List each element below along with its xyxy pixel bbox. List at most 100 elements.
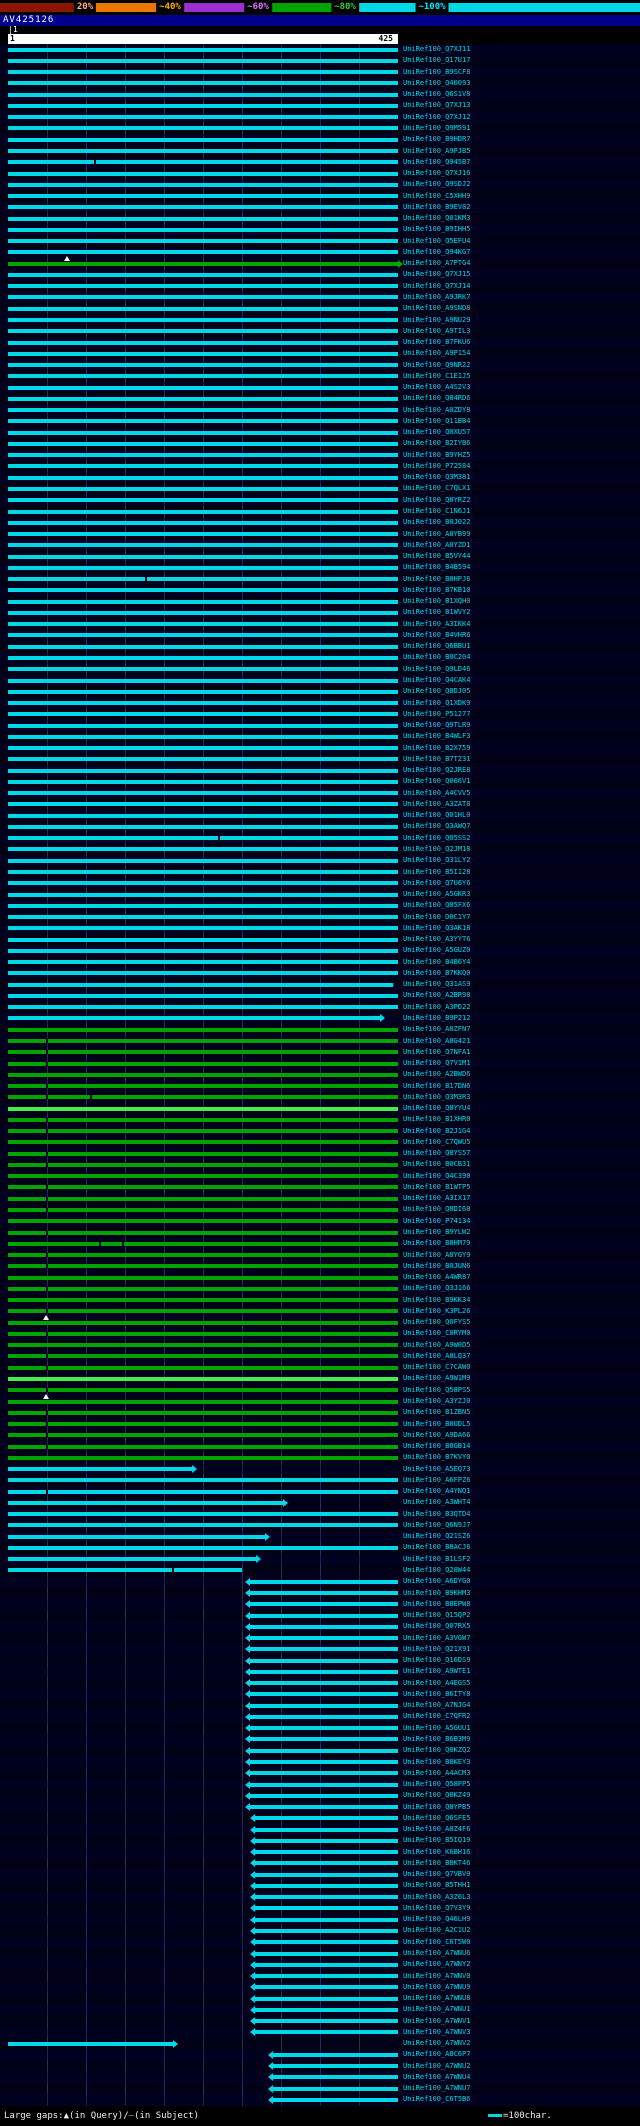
alignment-bar[interactable]: [8, 870, 398, 874]
hit-accession-label[interactable]: UniRef100_Q5EFU4: [398, 238, 470, 245]
hit-accession-label[interactable]: UniRef100_Q6S1V8: [398, 91, 470, 98]
hit-accession-label[interactable]: UniRef100_A4ACM3: [398, 1770, 470, 1777]
alignment-bar[interactable]: [8, 1332, 398, 1336]
hit-accession-label[interactable]: UniRef100_B2J1G4: [398, 1128, 470, 1135]
alignment-bar[interactable]: [255, 1929, 398, 1933]
alignment-bar[interactable]: [8, 1242, 398, 1246]
hit-accession-label[interactable]: UniRef100_Q9M591: [398, 125, 470, 132]
alignment-bar[interactable]: [8, 498, 398, 502]
hit-accession-label[interactable]: UniRef100_Q7V1M1: [398, 1060, 470, 1067]
hit-accession-label[interactable]: UniRef100_A7WNU8: [398, 1995, 470, 2002]
alignment-bar[interactable]: [250, 1771, 398, 1775]
hit-accession-label[interactable]: UniRef100_B6B3M9: [398, 1736, 470, 1743]
hit-accession-label[interactable]: UniRef100_B9IHH5: [398, 226, 470, 233]
alignment-bar[interactable]: [273, 2064, 398, 2068]
alignment-bar[interactable]: [8, 1276, 398, 1280]
hit-accession-label[interactable]: UniRef100_A9W1M9: [398, 1375, 470, 1382]
alignment-bar[interactable]: [255, 1997, 398, 2001]
hit-accession-label[interactable]: UniRef100_A7WNU6: [398, 1950, 470, 1957]
hit-accession-label[interactable]: UniRef100_Q2JM18: [398, 846, 470, 853]
hit-accession-label[interactable]: UniRef100_B7T231: [398, 756, 470, 763]
alignment-bar[interactable]: [8, 1298, 398, 1302]
alignment-bar[interactable]: [250, 1760, 398, 1764]
hit-accession-label[interactable]: UniRef100_Q11BB4: [398, 418, 470, 425]
alignment-bar[interactable]: [8, 1163, 398, 1167]
alignment-bar[interactable]: [8, 701, 398, 705]
hit-accession-label[interactable]: UniRef100_B9KK34: [398, 1297, 470, 1304]
hit-accession-label[interactable]: UniRef100_A3ZAT8: [398, 801, 470, 808]
alignment-bar[interactable]: [255, 2008, 398, 2012]
alignment-bar[interactable]: [8, 318, 398, 322]
hit-accession-label[interactable]: UniRef100_Q8YS57: [398, 1150, 470, 1157]
hit-accession-label[interactable]: UniRef100_C7QLX1: [398, 485, 470, 492]
alignment-bar[interactable]: [8, 329, 398, 333]
hit-accession-label[interactable]: UniRef100_Q17U17: [398, 57, 470, 64]
alignment-bar[interactable]: [8, 126, 398, 130]
hit-accession-label[interactable]: UniRef100_C5XHH9: [398, 193, 470, 200]
alignment-bar[interactable]: [8, 588, 398, 592]
hit-accession-label[interactable]: UniRef100_A5GKR3: [398, 891, 470, 898]
alignment-bar[interactable]: [8, 746, 398, 750]
alignment-bar[interactable]: [8, 397, 398, 401]
hit-accession-label[interactable]: UniRef100_B0C204: [398, 654, 470, 661]
hit-accession-label[interactable]: UniRef100_A2C1U2: [398, 1927, 470, 1934]
hit-accession-label[interactable]: UniRef100_Q8YPB5: [398, 1804, 470, 1811]
hit-accession-label[interactable]: UniRef100_A3VGW7: [398, 1635, 470, 1642]
alignment-bar[interactable]: [8, 1478, 398, 1482]
alignment-bar[interactable]: [250, 1794, 398, 1798]
hit-accession-label[interactable]: UniRef100_Q8KZ49: [398, 1792, 470, 1799]
alignment-bar[interactable]: [8, 363, 398, 367]
alignment-bar[interactable]: [8, 453, 398, 457]
alignment-bar[interactable]: [8, 881, 398, 885]
hit-accession-label[interactable]: UniRef100_Q2JRE8: [398, 767, 470, 774]
alignment-bar[interactable]: [255, 1952, 398, 1956]
hit-accession-label[interactable]: UniRef100_Q07RX5: [398, 1623, 470, 1630]
hit-accession-label[interactable]: UniRef100_A3YZJ0: [398, 1398, 470, 1405]
alignment-bar[interactable]: [250, 1659, 398, 1663]
alignment-bar[interactable]: [8, 442, 398, 446]
alignment-bar[interactable]: [8, 1467, 192, 1471]
hit-accession-label[interactable]: UniRef100_C6T5W0: [398, 1939, 470, 1946]
hit-accession-label[interactable]: UniRef100_Q8DJ05: [398, 688, 470, 695]
alignment-bar[interactable]: [8, 149, 398, 153]
hit-accession-label[interactable]: UniRef100_P51277: [398, 711, 470, 718]
hit-accession-label[interactable]: UniRef100_A5GUZ0: [398, 947, 470, 954]
hit-accession-label[interactable]: UniRef100_B1XHR0: [398, 1116, 470, 1123]
alignment-bar[interactable]: [8, 633, 398, 637]
alignment-bar[interactable]: [8, 273, 398, 277]
hit-accession-label[interactable]: UniRef100_B7KVY0: [398, 1454, 470, 1461]
hit-accession-label[interactable]: UniRef100_A3IX17: [398, 1195, 470, 1202]
hit-accession-label[interactable]: UniRef100_B0UDL5: [398, 1421, 470, 1428]
hit-accession-label[interactable]: UniRef100_Q6N9J7: [398, 1522, 470, 1529]
hit-accession-label[interactable]: UniRef100_B17DN6: [398, 1083, 470, 1090]
alignment-bar[interactable]: [8, 48, 398, 52]
alignment-bar[interactable]: [8, 971, 398, 975]
hit-accession-label[interactable]: UniRef100_A8YB99: [398, 531, 470, 538]
alignment-bar[interactable]: [255, 1816, 398, 1820]
alignment-bar[interactable]: [8, 667, 398, 671]
alignment-bar[interactable]: [8, 1050, 398, 1054]
hit-accession-label[interactable]: UniRef100_K3PL26: [398, 1308, 470, 1315]
alignment-bar[interactable]: [8, 994, 398, 998]
alignment-bar[interactable]: [8, 1039, 398, 1043]
hit-accession-label[interactable]: UniRef100_A9NU29: [398, 317, 470, 324]
alignment-bar[interactable]: [8, 679, 398, 683]
hit-accession-label[interactable]: UniRef100_Q05SS2: [398, 835, 470, 842]
alignment-bar[interactable]: [8, 1568, 242, 1572]
hit-accession-label[interactable]: UniRef100_Q1XDK9: [398, 700, 470, 707]
hit-accession-label[interactable]: UniRef100_Q8YYU4: [398, 1105, 470, 1112]
alignment-bar[interactable]: [8, 341, 398, 345]
hit-accession-label[interactable]: UniRef100_A3YYT6: [398, 936, 470, 943]
hit-accession-label[interactable]: UniRef100_B1XQH0: [398, 598, 470, 605]
hit-accession-label[interactable]: UniRef100_Q16DS9: [398, 1657, 470, 1664]
hit-accession-label[interactable]: UniRef100_A9P154: [398, 350, 470, 357]
alignment-bar[interactable]: [8, 712, 398, 716]
hit-accession-label[interactable]: UniRef100_A4S2V3: [398, 384, 470, 391]
hit-accession-label[interactable]: UniRef100_Q40093: [398, 80, 470, 87]
hit-accession-label[interactable]: UniRef100_B9SCF8: [398, 69, 470, 76]
alignment-bar[interactable]: [8, 543, 398, 547]
hit-accession-label[interactable]: UniRef100_Q7V3Y9: [398, 1905, 470, 1912]
hit-accession-label[interactable]: UniRef100_Q31AS9: [398, 981, 470, 988]
hit-accession-label[interactable]: UniRef100_A0Z4F6: [398, 1826, 470, 1833]
alignment-bar[interactable]: [255, 1895, 398, 1899]
